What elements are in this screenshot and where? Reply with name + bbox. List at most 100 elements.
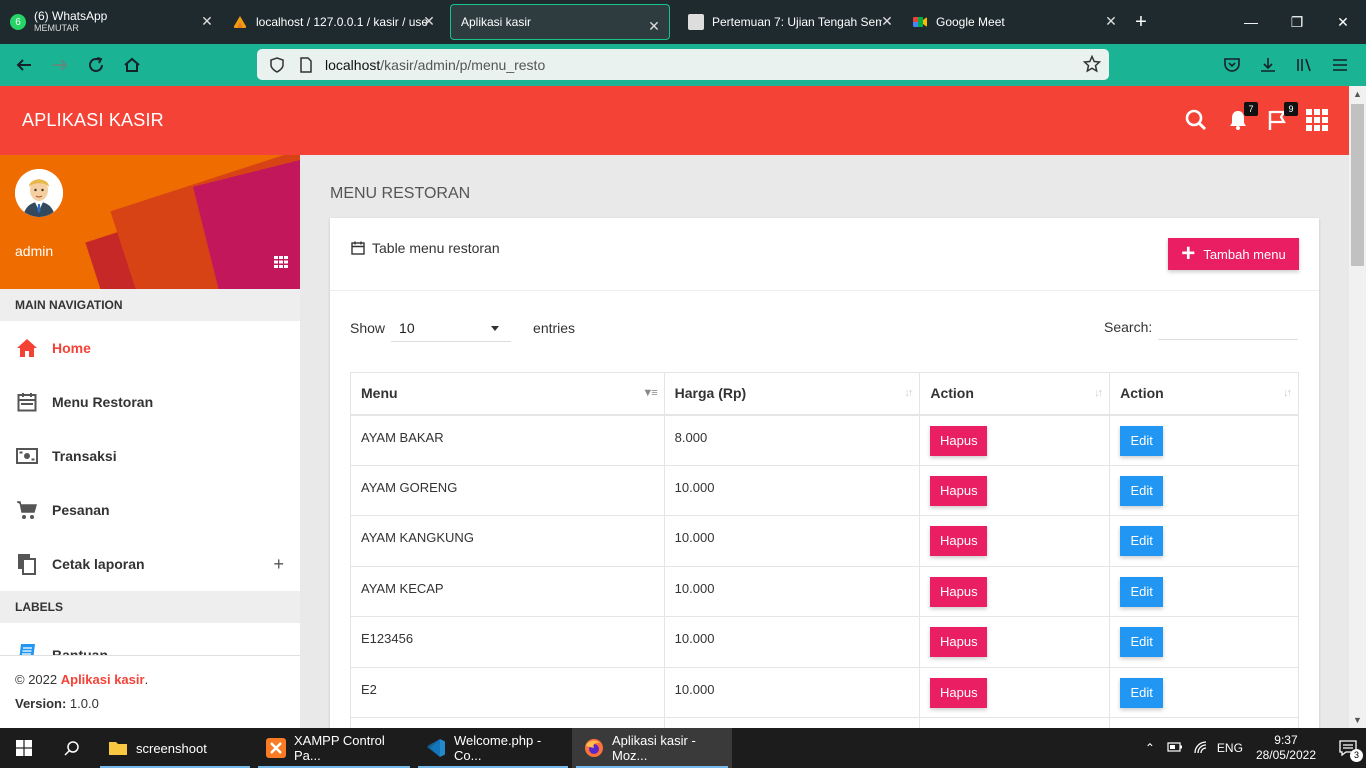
footer-brand-link[interactable]: Aplikasi kasir	[61, 672, 145, 687]
sidebar-item-cetak-laporan[interactable]: Cetak laporan +	[0, 537, 300, 591]
edit-button[interactable]: Edit	[1120, 425, 1164, 456]
phpmyadmin-icon	[233, 16, 247, 28]
close-tab-icon[interactable]: ✕	[1104, 14, 1118, 28]
new-tab-button[interactable]: +	[1126, 11, 1156, 34]
cell-menu: AYAM BAKAR	[350, 414, 665, 466]
main-navigation-header: MAIN NAVIGATION	[0, 289, 300, 321]
taskbar-item-label: screenshoot	[136, 740, 207, 756]
scrollbar-thumb[interactable]	[1351, 104, 1364, 266]
hapus-button[interactable]: Hapus	[930, 677, 988, 708]
sidebar: admin MAIN NAVIGATION Home Menu Restoran…	[0, 155, 300, 728]
edit-button[interactable]: Edit	[1120, 677, 1164, 708]
taskbar-item-label: XAMPP Control Pa...	[294, 733, 385, 763]
taskbar-item-screenshoot[interactable]: screenshoot	[96, 728, 254, 768]
edit-button[interactable]: Edit	[1120, 526, 1164, 556]
sidebar-item-label: Home	[52, 340, 91, 356]
apps-grid-icon[interactable]	[1306, 106, 1334, 134]
close-tab-icon[interactable]: ✕	[647, 19, 661, 33]
system-tray: ⌃ ENG 9:37 28/05/2022 3	[1138, 728, 1366, 768]
restore-icon[interactable]: ❐	[1274, 0, 1320, 44]
tab-google-meet[interactable]: Google Meet ✕	[902, 0, 1126, 44]
close-tab-icon[interactable]: ✕	[880, 14, 894, 28]
pocket-icon[interactable]	[1214, 49, 1250, 81]
action-center-icon[interactable]: 3	[1330, 728, 1366, 768]
tab-title: (6) WhatsApp	[34, 9, 108, 23]
entries-select[interactable]: 10	[391, 314, 512, 342]
column-header-menu[interactable]: Menu ▼≡	[350, 372, 665, 416]
scroll-up-arrow-icon[interactable]: ▲	[1349, 86, 1366, 102]
tab-aplikasi-kasir[interactable]: Aplikasi kasir ✕	[450, 4, 670, 40]
hamburger-menu-icon[interactable]	[1322, 49, 1358, 81]
sidebar-item-transaksi[interactable]: Transaksi	[0, 429, 300, 483]
close-tab-icon[interactable]: ✕	[422, 14, 436, 28]
clock[interactable]: 9:37 28/05/2022	[1256, 733, 1316, 763]
tambah-menu-button[interactable]: + Tambah menu	[1168, 238, 1299, 270]
sidebar-item-home[interactable]: Home	[0, 321, 300, 375]
browser-nav-bar: localhost/kasir/admin/p/menu_resto	[0, 44, 1366, 86]
wifi-icon[interactable]	[1188, 740, 1214, 757]
xampp-icon	[266, 738, 286, 758]
edit-button[interactable]: Edit	[1120, 475, 1164, 506]
address-bar[interactable]: localhost/kasir/admin/p/menu_resto	[257, 49, 1109, 80]
menu-table-card: Table menu restoran + Tambah menu Show 1…	[330, 218, 1319, 728]
taskbar-search-icon[interactable]	[48, 728, 96, 768]
edit-button[interactable]: Edit	[1120, 627, 1164, 657]
column-header-action[interactable]: Action ↓↑	[1109, 372, 1299, 416]
battery-icon[interactable]	[1162, 741, 1188, 756]
page-scrollbar[interactable]: ▲ ▼	[1349, 86, 1366, 728]
column-header-label: Harga (Rp)	[674, 385, 747, 402]
version-value: 1.0.0	[66, 696, 99, 711]
hapus-button[interactable]: Hapus	[930, 425, 988, 456]
search-icon[interactable]	[1184, 106, 1212, 134]
language-indicator[interactable]: ENG	[1214, 741, 1246, 755]
page-icon	[300, 56, 312, 73]
google-meet-icon	[913, 17, 927, 27]
expand-plus-icon[interactable]: +	[273, 554, 284, 575]
hapus-button[interactable]: Hapus	[930, 475, 988, 506]
library-icon[interactable]	[1286, 49, 1322, 81]
firefox-icon	[585, 739, 603, 757]
sidebar-item-menu-restoran[interactable]: Menu Restoran	[0, 375, 300, 429]
bookmark-star-icon[interactable]	[1083, 55, 1101, 73]
home-browser-icon[interactable]	[114, 47, 150, 83]
avatar[interactable]	[15, 169, 63, 217]
flag-icon[interactable]: 9	[1266, 102, 1298, 134]
tab-pertemuan[interactable]: Pertemuan 7: Ujian Tengah Sem ✕	[678, 0, 902, 44]
sidebar-item-label: Pesanan	[52, 502, 110, 518]
scroll-down-arrow-icon[interactable]: ▼	[1349, 712, 1366, 728]
column-header-action[interactable]: Action ↓↑	[919, 372, 1111, 416]
app-brand[interactable]: APLIKASI KASIR	[22, 110, 164, 131]
hapus-button[interactable]: Hapus	[930, 576, 988, 607]
chevron-up-icon[interactable]: ⌃	[1138, 741, 1162, 755]
taskbar-item-xampp[interactable]: XAMPP Control Pa...	[254, 728, 414, 768]
notifications-bell-icon[interactable]: 7	[1226, 102, 1258, 134]
hapus-button[interactable]: Hapus	[930, 526, 988, 556]
hapus-button[interactable]: Hapus	[930, 627, 988, 657]
back-icon[interactable]	[6, 47, 42, 83]
tab-whatsapp[interactable]: 6 (6) WhatsApp MEMUTAR ✕	[0, 0, 222, 44]
table-header-row: Menu ▼≡ Harga (Rp) ↓↑ Action ↓↑ Action ↓↑	[350, 372, 1299, 416]
sort-icon: ↓↑	[904, 387, 913, 399]
reload-icon[interactable]	[78, 47, 114, 83]
download-icon[interactable]	[1250, 49, 1286, 81]
cell-harga: 10.000	[663, 666, 921, 718]
forward-icon[interactable]	[42, 47, 78, 83]
taskbar-item-vscode[interactable]: Welcome.php - Co...	[414, 728, 572, 768]
copy-icon	[16, 553, 38, 575]
clock-date: 28/05/2022	[1255, 748, 1316, 762]
windows-start-icon[interactable]	[0, 728, 48, 768]
close-window-icon[interactable]: ✕	[1320, 0, 1366, 44]
search-input[interactable]	[1158, 314, 1299, 340]
column-header-harga[interactable]: Harga (Rp) ↓↑	[663, 372, 921, 416]
edit-button[interactable]: Edit	[1120, 576, 1164, 607]
minimize-icon[interactable]: ―	[1228, 0, 1274, 44]
tab-phpmyadmin[interactable]: localhost / 127.0.0.1 / kasir / use ✕	[222, 0, 444, 44]
user-name: admin	[15, 243, 54, 259]
close-tab-icon[interactable]: ✕	[200, 14, 214, 28]
cell-menu: E123456	[350, 616, 665, 668]
shield-icon[interactable]	[269, 56, 285, 73]
tasks-count: 9	[1284, 102, 1298, 116]
user-menu-grid-icon[interactable]	[274, 256, 288, 268]
taskbar-item-firefox[interactable]: Aplikasi kasir - Moz...	[572, 728, 732, 768]
sidebar-item-pesanan[interactable]: Pesanan	[0, 483, 300, 537]
